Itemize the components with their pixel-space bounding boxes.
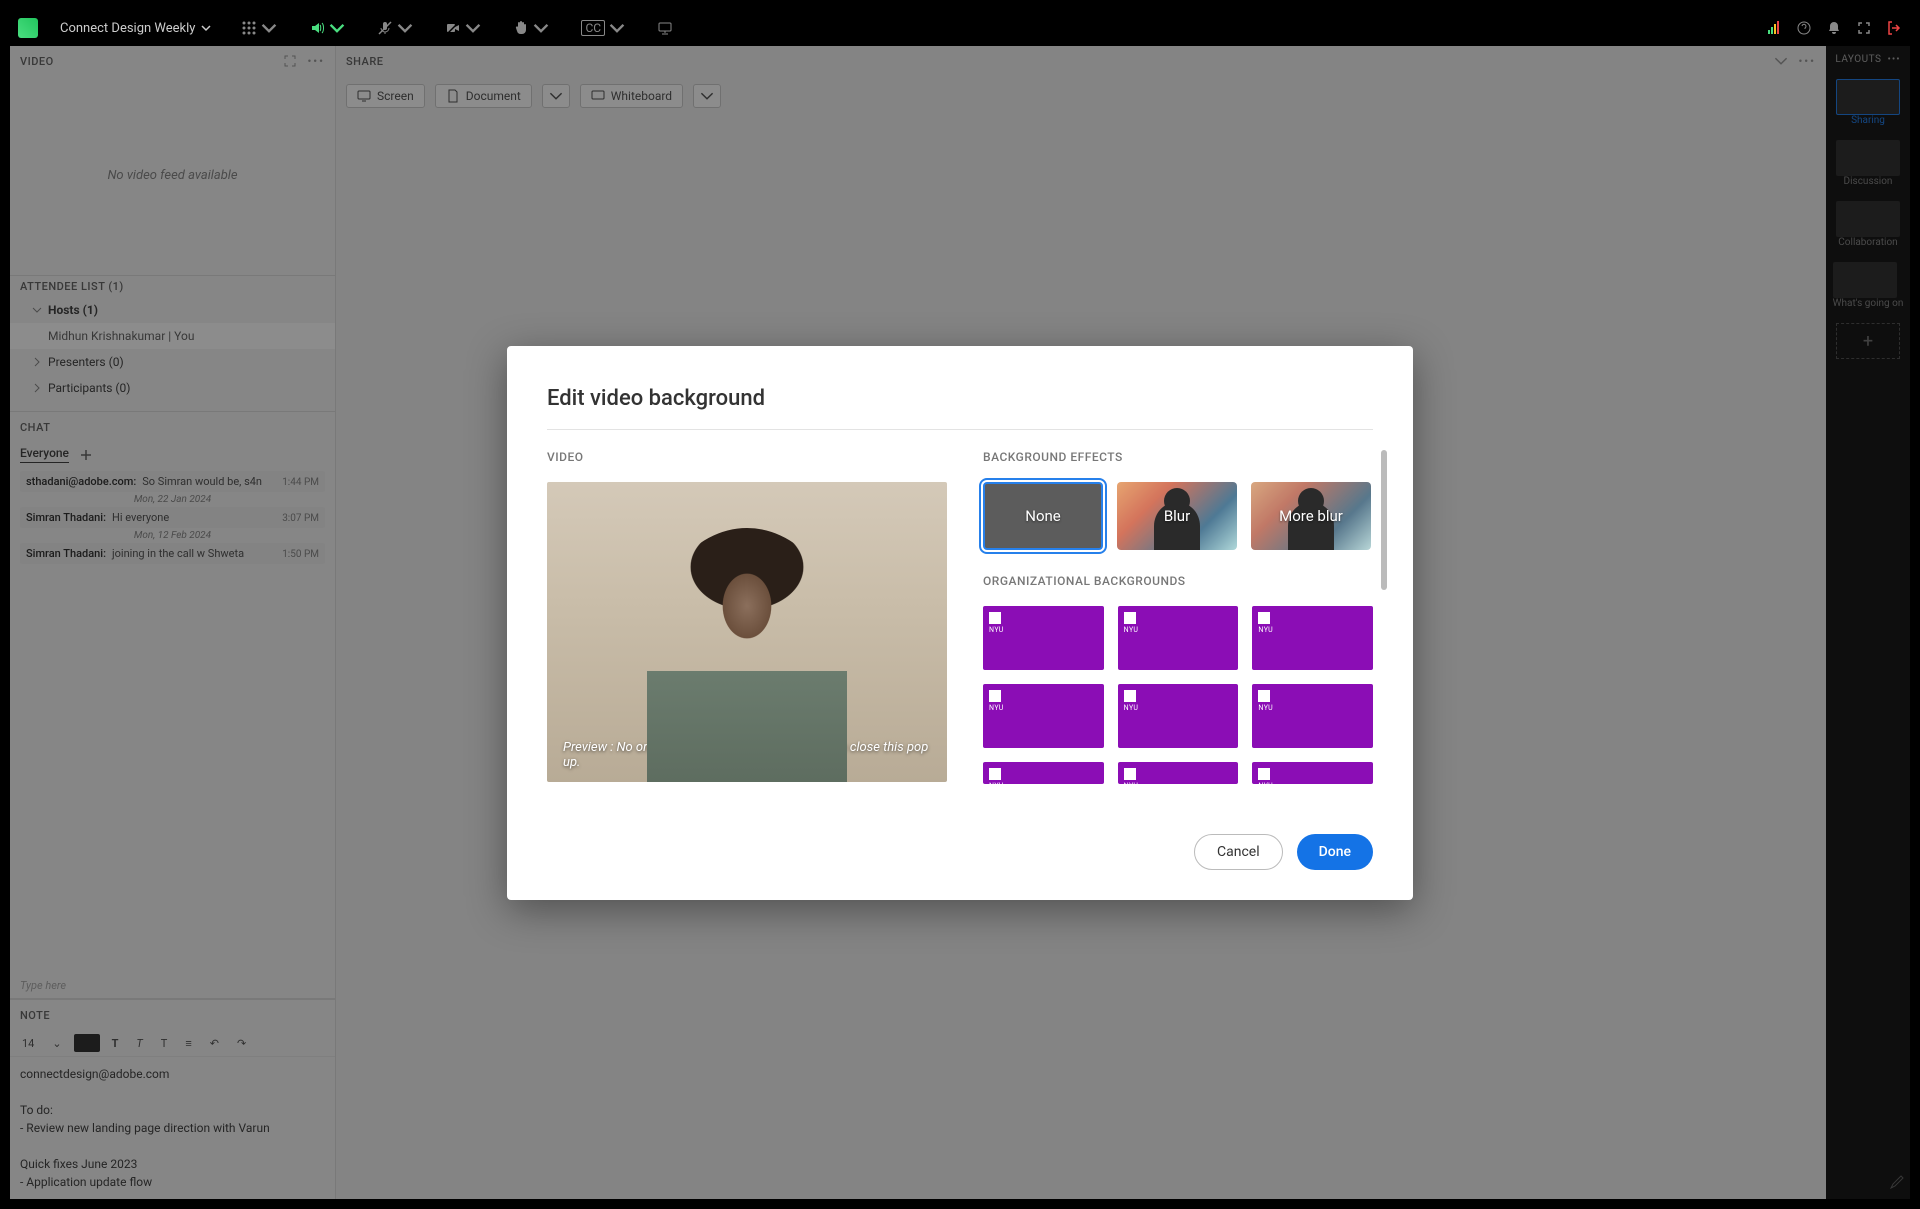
app-logo bbox=[18, 18, 38, 38]
top-bar: Connect Design Weekly CC bbox=[10, 10, 1910, 46]
bg-effects-label: BACKGROUND EFFECTS bbox=[983, 450, 1373, 464]
cancel-button[interactable]: Cancel bbox=[1194, 834, 1283, 870]
chevron-down-icon bbox=[261, 20, 277, 36]
preview-caption: Preview : No one can see you background … bbox=[563, 740, 931, 770]
org-bg-tile[interactable] bbox=[1252, 762, 1373, 784]
cc-label: CC bbox=[581, 20, 605, 36]
raise-hand-control[interactable] bbox=[503, 16, 559, 40]
modal-title: Edit video background bbox=[547, 386, 1373, 411]
org-bg-tile[interactable] bbox=[1118, 762, 1239, 784]
fullscreen-button[interactable] bbox=[1856, 20, 1872, 36]
bg-effect-blur[interactable]: Blur bbox=[1117, 482, 1237, 550]
org-bg-tile[interactable] bbox=[1118, 606, 1239, 670]
fullscreen-icon bbox=[1856, 20, 1872, 36]
chevron-down-icon bbox=[465, 20, 481, 36]
connection-indicator[interactable] bbox=[1766, 20, 1782, 36]
bell-icon bbox=[1826, 20, 1842, 36]
mic-control[interactable] bbox=[367, 16, 423, 40]
camera-off-icon bbox=[445, 20, 461, 36]
bg-effect-none[interactable]: None bbox=[983, 482, 1103, 550]
present-control[interactable] bbox=[647, 16, 683, 40]
chevron-down-icon bbox=[329, 20, 345, 36]
present-icon bbox=[657, 20, 673, 36]
org-bg-tile[interactable] bbox=[1252, 684, 1373, 748]
cc-control[interactable]: CC bbox=[571, 16, 635, 40]
speaker-control[interactable] bbox=[299, 16, 355, 40]
signal-icon bbox=[1766, 20, 1782, 36]
org-bg-tile[interactable] bbox=[983, 684, 1104, 748]
edit-video-background-modal: Edit video background VIDEO Preview : No… bbox=[507, 346, 1413, 900]
speaker-icon bbox=[309, 20, 325, 36]
video-preview: Preview : No one can see you background … bbox=[547, 482, 947, 782]
camera-control[interactable] bbox=[435, 16, 491, 40]
bg-effect-more-blur[interactable]: More blur bbox=[1251, 482, 1371, 550]
mic-off-icon bbox=[377, 20, 393, 36]
meeting-name-label: Connect Design Weekly bbox=[60, 21, 195, 36]
org-bg-tile[interactable] bbox=[983, 606, 1104, 670]
chevron-down-icon bbox=[201, 23, 211, 33]
org-bg-tile[interactable] bbox=[1118, 684, 1239, 748]
meeting-name-dropdown[interactable]: Connect Design Weekly bbox=[52, 17, 219, 40]
help-icon bbox=[1796, 20, 1812, 36]
chevron-down-icon bbox=[609, 20, 625, 36]
apps-menu[interactable] bbox=[231, 16, 287, 40]
grid-icon bbox=[241, 20, 257, 36]
video-section-label: VIDEO bbox=[547, 450, 947, 464]
done-button[interactable]: Done bbox=[1297, 834, 1373, 870]
org-bg-label: ORGANIZATIONAL BACKGROUNDS bbox=[983, 574, 1373, 588]
exit-button[interactable] bbox=[1886, 20, 1902, 36]
scrollbar[interactable] bbox=[1381, 450, 1387, 590]
chevron-down-icon bbox=[397, 20, 413, 36]
modal-overlay: Edit video background VIDEO Preview : No… bbox=[10, 46, 1910, 1199]
chevron-down-icon bbox=[533, 20, 549, 36]
help-button[interactable] bbox=[1796, 20, 1812, 36]
org-bg-tile[interactable] bbox=[983, 762, 1104, 784]
hand-icon bbox=[513, 20, 529, 36]
exit-icon bbox=[1886, 20, 1902, 36]
org-bg-tile[interactable] bbox=[1252, 606, 1373, 670]
notifications-button[interactable] bbox=[1826, 20, 1842, 36]
